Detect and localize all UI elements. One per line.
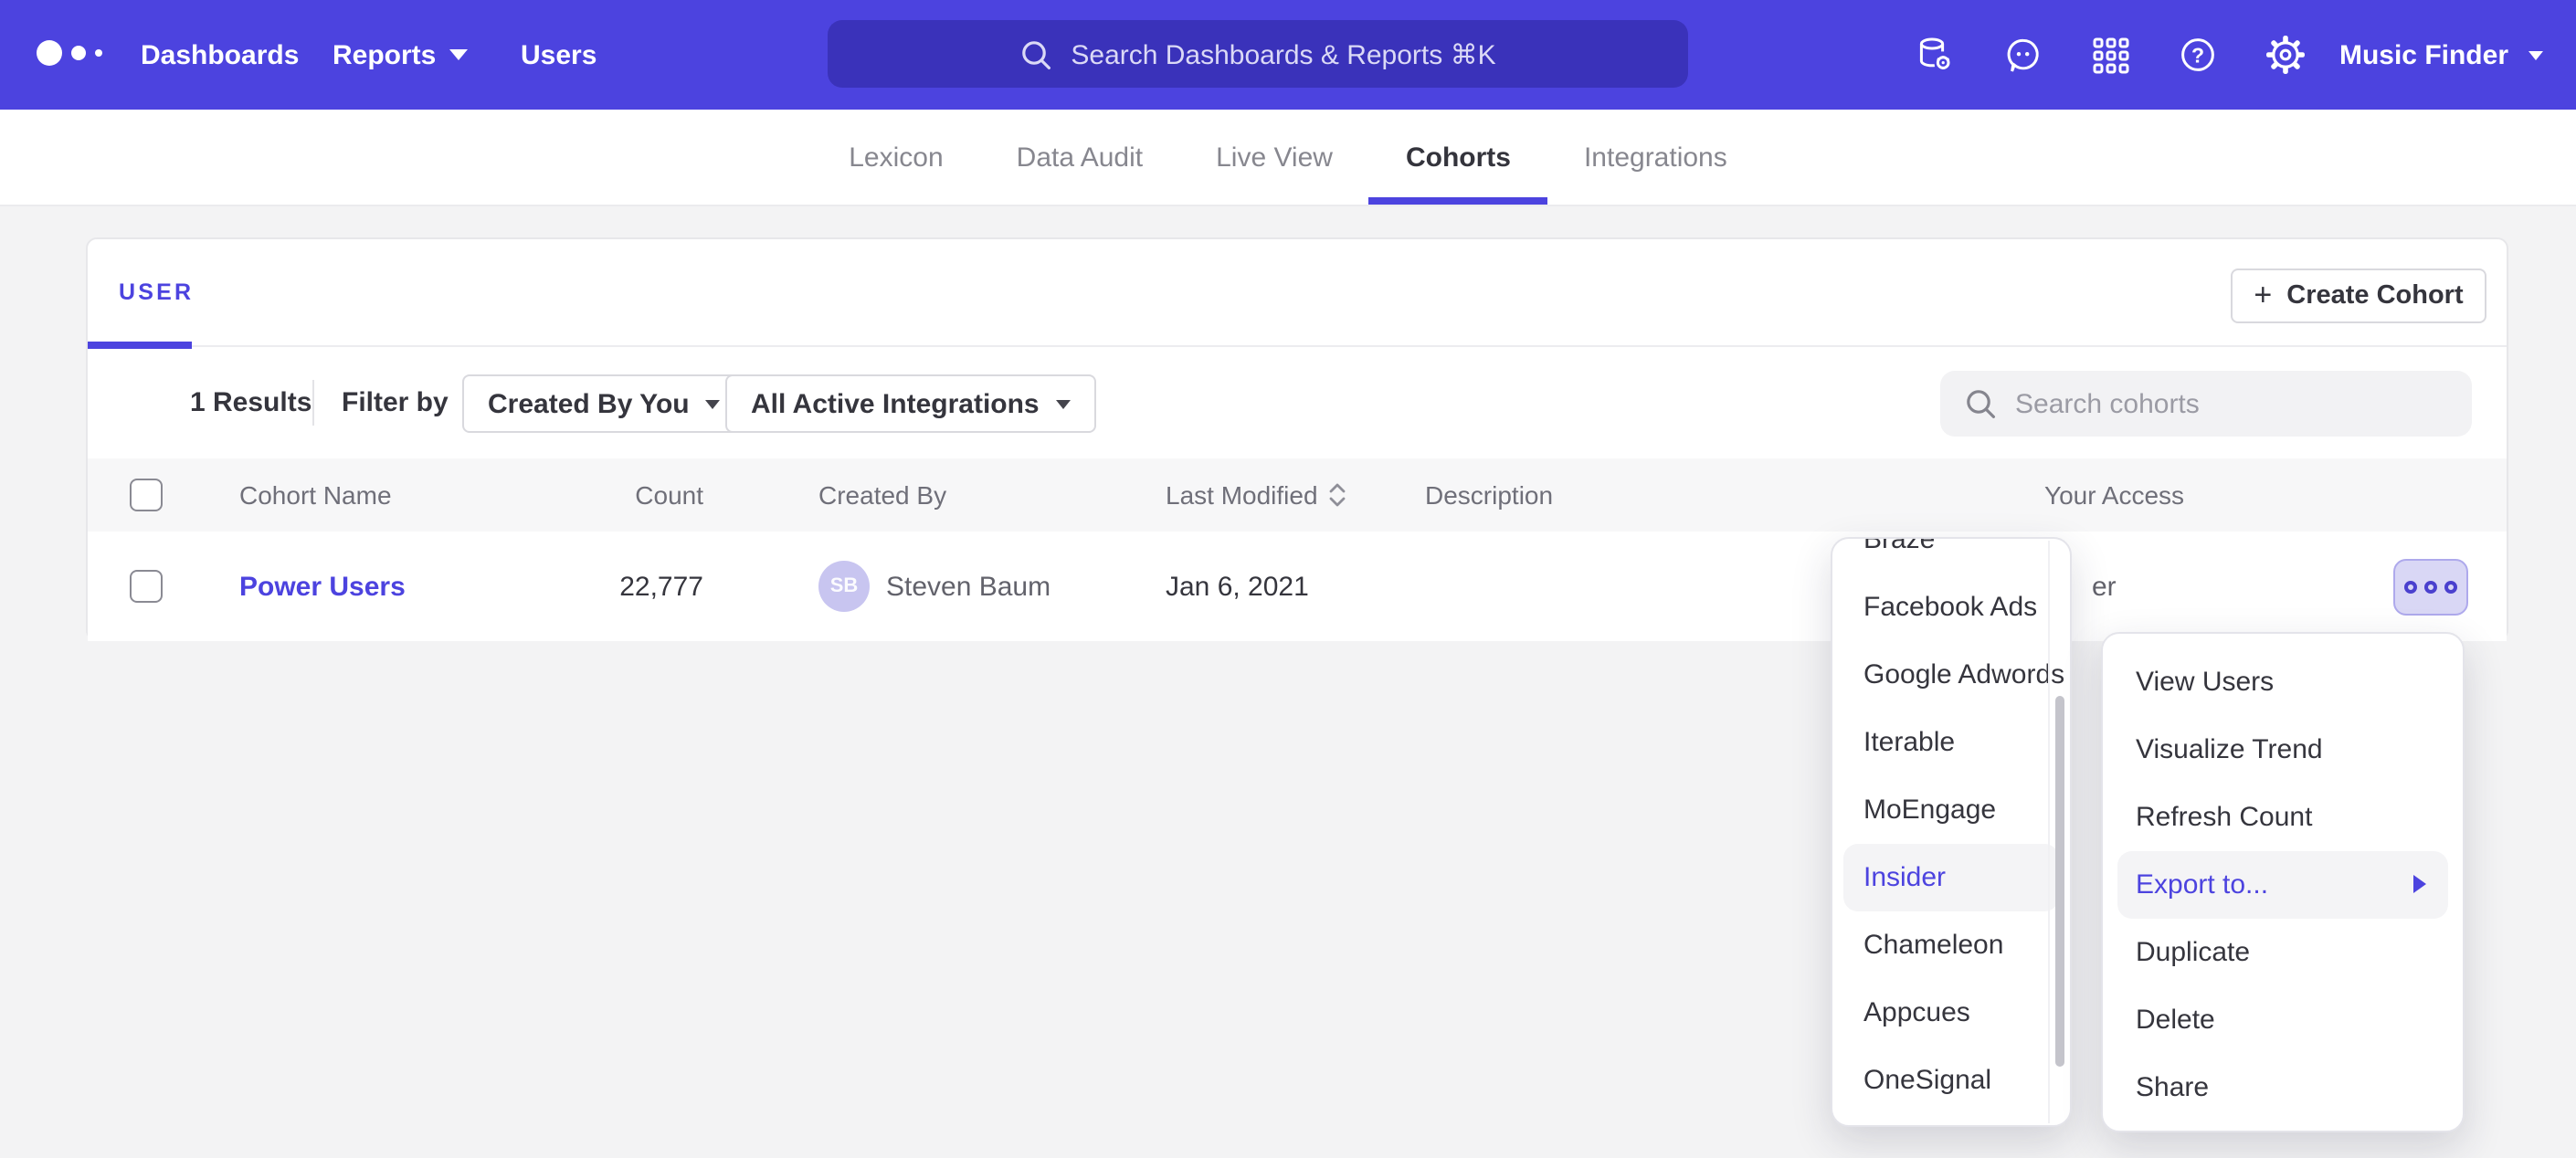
created-by-name: Steven Baum <box>886 571 1050 602</box>
dropdown-value: All Active Integrations <box>751 388 1040 419</box>
cohorts-panel: USER + Create Cohort 1 Results Filter by… <box>86 237 2508 641</box>
table-header: Cohort Name Count Created By Last Modifi… <box>88 458 2507 532</box>
menu-item-label: Export to... <box>2136 869 2268 900</box>
dropdown-value: Created By You <box>488 388 690 419</box>
results-count: 1 Results <box>190 387 311 418</box>
created-by-filter-dropdown[interactable]: Created By You <box>462 374 746 433</box>
cohort-search <box>1940 371 2472 437</box>
apps-grid-icon[interactable] <box>2066 0 2154 110</box>
cohort-count: 22,777 <box>557 532 703 641</box>
tab-label: Live View <box>1216 142 1333 173</box>
mixpanel-logo-icon[interactable] <box>37 40 102 66</box>
col-count[interactable]: Count <box>557 458 703 532</box>
col-your-access[interactable]: Your Access <box>2044 458 2184 532</box>
export-submenu: Braze Facebook Ads Google Adwords Iterab… <box>1831 537 2072 1127</box>
sort-icon <box>1329 482 1347 508</box>
cohort-name-link[interactable]: Power Users <box>239 571 406 602</box>
submenu-item-insider[interactable]: Insider <box>1843 844 2059 911</box>
tab-label: Cohorts <box>1406 142 1511 173</box>
help-icon[interactable]: ? <box>2154 0 2242 110</box>
submenu-item-chameleon[interactable]: Chameleon <box>1832 911 2070 979</box>
menu-item-export-to[interactable]: Export to... <box>2117 851 2448 919</box>
submenu-item-moengage[interactable]: MoEngage <box>1832 776 2070 844</box>
avatar: SB <box>818 561 870 612</box>
top-right-icons: ? <box>1891 0 2329 110</box>
created-by-cell: SB Steven Baum <box>818 532 1050 641</box>
chevron-down-icon <box>706 399 721 408</box>
svg-text:?: ? <box>2191 43 2204 67</box>
divider <box>312 380 314 426</box>
col-last-modified[interactable]: Last Modified <box>1166 458 1347 532</box>
col-label: Last Modified <box>1166 480 1318 510</box>
data-settings-icon[interactable] <box>1891 0 1979 110</box>
submenu-item-appcues[interactable]: Appcues <box>1832 979 2070 1047</box>
search-icon <box>1019 37 1052 70</box>
tab-lexicon[interactable]: Lexicon <box>812 110 979 205</box>
nav-reports[interactable]: Reports <box>333 0 467 110</box>
last-modified-cell: Jan 6, 2021 <box>1166 532 1309 641</box>
nav-dashboards-label: Dashboards <box>141 39 299 70</box>
submenu-item-google-adwords[interactable]: Google Adwords <box>1832 641 2070 709</box>
project-switcher[interactable]: Music Finder <box>2339 0 2543 110</box>
nav-dashboards[interactable]: Dashboards <box>141 0 299 110</box>
row-context-menu: View Users Visualize Trend Refresh Count… <box>2101 632 2465 1132</box>
menu-item-share[interactable]: Share <box>2103 1054 2463 1121</box>
settings-gear-icon[interactable] <box>2242 0 2329 110</box>
nav-users[interactable]: Users <box>521 0 596 110</box>
plus-icon: + <box>2254 279 2272 311</box>
tab-label: Data Audit <box>1017 142 1143 173</box>
ellipsis-icon <box>2444 581 2458 595</box>
scrollbar-thumb[interactable] <box>2055 696 2064 1067</box>
scrollbar-gutter <box>2048 541 2050 1123</box>
nav-reports-label: Reports <box>333 39 436 70</box>
data-management-tabs: Lexicon Data Audit Live View Cohorts Int… <box>0 110 2576 206</box>
cohort-search-input[interactable] <box>1940 371 2472 437</box>
tab-data-audit[interactable]: Data Audit <box>980 110 1179 205</box>
create-cohort-label: Create Cohort <box>2286 281 2463 311</box>
filter-bar: 1 Results Filter by Created By You All A… <box>88 347 2507 458</box>
row-checkbox[interactable] <box>130 570 163 603</box>
tab-label: Integrations <box>1584 142 1727 173</box>
col-created-by[interactable]: Created By <box>818 458 946 532</box>
tab-user-cohorts[interactable]: USER <box>119 279 194 305</box>
cohort-type-tabstrip: USER + Create Cohort <box>88 239 2507 347</box>
nav-users-label: Users <box>521 39 596 70</box>
chevron-down-icon <box>2528 50 2543 59</box>
ellipsis-icon <box>2404 581 2418 595</box>
chevron-down-icon <box>1056 399 1071 408</box>
menu-item-view-users[interactable]: View Users <box>2103 648 2463 716</box>
select-all-checkbox[interactable] <box>130 479 163 511</box>
submenu-item-braze[interactable]: Braze <box>1832 537 2070 574</box>
tab-label: Lexicon <box>849 142 943 173</box>
global-search-placeholder: Search Dashboards & Reports ⌘K <box>1071 37 1495 70</box>
create-cohort-button[interactable]: + Create Cohort <box>2231 268 2486 323</box>
submenu-arrow-icon <box>2413 875 2426 893</box>
menu-item-refresh-count[interactable]: Refresh Count <box>2103 784 2463 851</box>
table-row: Power Users 22,777 SB Steven Baum Jan 6,… <box>88 532 2507 641</box>
menu-item-duplicate[interactable]: Duplicate <box>2103 919 2463 986</box>
active-tab-underline <box>1369 197 1547 205</box>
feedback-icon[interactable] <box>1979 0 2066 110</box>
row-actions-button[interactable] <box>2393 559 2468 616</box>
col-cohort-name[interactable]: Cohort Name <box>239 458 392 532</box>
filter-by-label: Filter by <box>342 387 449 418</box>
ellipsis-icon <box>2424 581 2438 595</box>
chevron-down-icon <box>449 49 467 60</box>
submenu-item-iterable[interactable]: Iterable <box>1832 709 2070 776</box>
your-access-cell: er <box>2092 532 2117 641</box>
tab-live-view[interactable]: Live View <box>1179 110 1369 205</box>
top-navbar: Dashboards Reports Users Search Dashboar… <box>0 0 2576 110</box>
tab-cohorts[interactable]: Cohorts <box>1369 110 1547 205</box>
submenu-item-facebook-ads[interactable]: Facebook Ads <box>1832 574 2070 641</box>
global-search-button[interactable]: Search Dashboards & Reports ⌘K <box>828 20 1688 88</box>
integrations-filter-dropdown[interactable]: All Active Integrations <box>725 374 1096 433</box>
project-name: Music Finder <box>2339 39 2508 70</box>
submenu-item-onesignal[interactable]: OneSignal <box>1832 1047 2070 1114</box>
search-icon <box>1964 387 1997 420</box>
menu-item-delete[interactable]: Delete <box>2103 986 2463 1054</box>
cohorts-page: Dashboards Reports Users Search Dashboar… <box>0 0 2576 1158</box>
tab-integrations[interactable]: Integrations <box>1547 110 1764 205</box>
menu-item-visualize-trend[interactable]: Visualize Trend <box>2103 716 2463 784</box>
col-description[interactable]: Description <box>1425 458 1553 532</box>
